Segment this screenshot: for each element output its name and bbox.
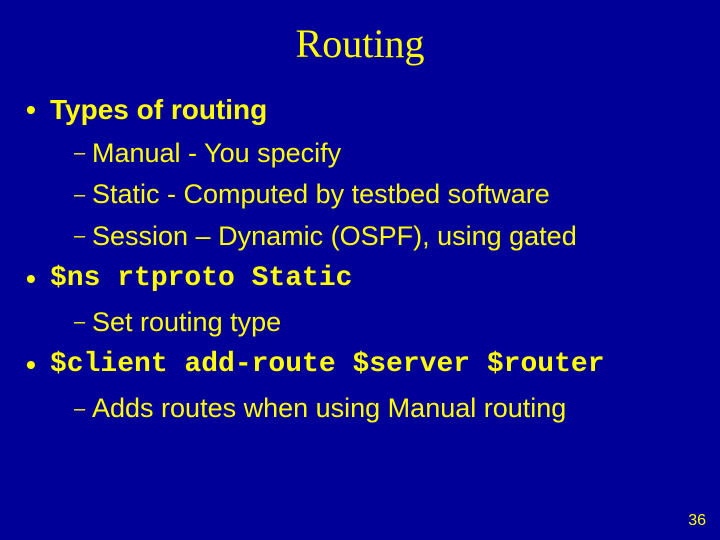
slide: Routing •Types of routing –Manual - You … <box>0 0 720 540</box>
bullet-marker-icon: • <box>26 260 50 298</box>
bullet-rtproto: •$ns rtproto Static <box>26 260 700 298</box>
page-number: 36 <box>688 512 706 530</box>
subitem-text: Static - Computed by testbed software <box>92 179 550 209</box>
bullet-marker-icon: • <box>26 91 50 129</box>
subitem-manual: –Manual - You specify <box>74 135 700 171</box>
subitem-session: –Session – Dynamic (OSPF), using gated <box>74 218 700 254</box>
subitem-text: Session – Dynamic (OSPF), using gated <box>92 221 577 251</box>
subitem-set-routing-type: –Set routing type <box>74 304 700 340</box>
slide-title: Routing <box>0 0 720 85</box>
bullet-add-route: •$client add-route $server $router <box>26 346 700 384</box>
slide-content: •Types of routing –Manual - You specify … <box>0 91 720 427</box>
dash-icon: – <box>74 309 92 336</box>
subitem-static: –Static - Computed by testbed software <box>74 176 700 212</box>
dash-icon: – <box>74 223 92 250</box>
dash-icon: – <box>74 182 92 209</box>
bullet-types-of-routing: •Types of routing <box>26 91 700 129</box>
bullet-text: Types of routing <box>50 94 267 125</box>
dash-icon: – <box>74 396 92 423</box>
subitem-adds-routes: –Adds routes when using Manual routing <box>74 390 700 426</box>
bullet-code: $client add-route $server $router <box>50 349 605 380</box>
bullet-code: $ns rtproto Static <box>50 263 352 294</box>
subitem-text: Set routing type <box>92 307 281 337</box>
dash-icon: – <box>74 140 92 167</box>
bullet-marker-icon: • <box>26 346 50 384</box>
subitem-text: Adds routes when using Manual routing <box>92 393 566 423</box>
subitem-text: Manual - You specify <box>92 138 341 168</box>
